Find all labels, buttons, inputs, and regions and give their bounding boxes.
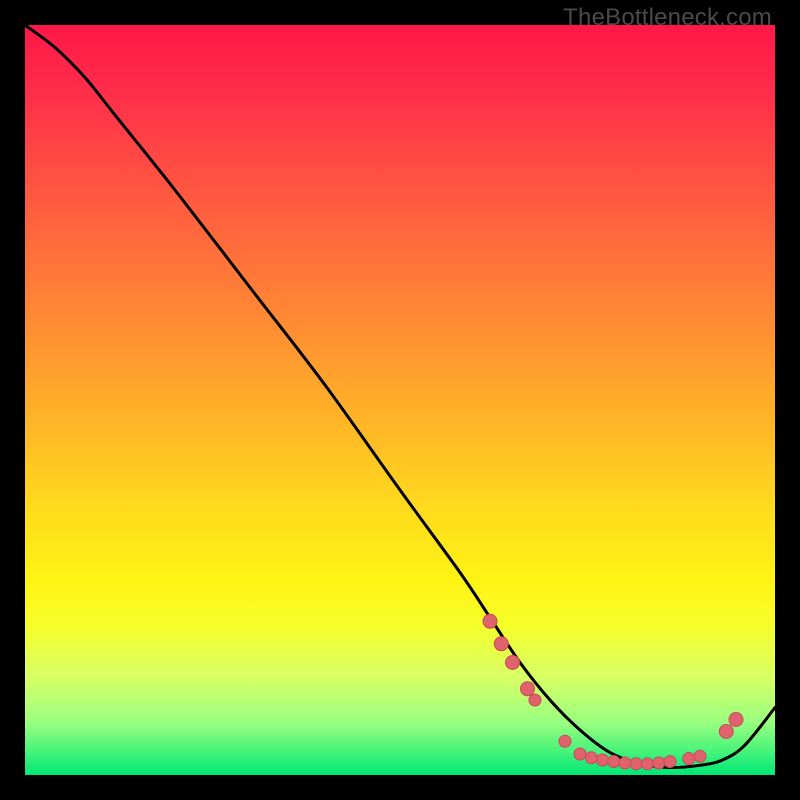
plot-svg (25, 25, 775, 775)
marker-dot (642, 758, 654, 770)
chart-frame: TheBottleneck.com (0, 0, 800, 800)
marker-dot (529, 694, 541, 706)
curve-markers (483, 614, 743, 770)
marker-dot (608, 756, 620, 768)
marker-dot (694, 750, 706, 762)
marker-dot (683, 753, 695, 765)
marker-dot (719, 725, 733, 739)
bottleneck-curve (25, 25, 775, 768)
marker-dot (664, 756, 676, 768)
marker-dot (506, 656, 520, 670)
gradient-plot-area (25, 25, 775, 775)
marker-dot (585, 752, 597, 764)
marker-dot (559, 735, 571, 747)
marker-dot (653, 757, 665, 769)
marker-dot (729, 713, 743, 727)
marker-dot (494, 637, 508, 651)
marker-dot (597, 754, 609, 766)
marker-dot (619, 757, 631, 769)
marker-dot (574, 748, 586, 760)
marker-dot (630, 758, 642, 770)
marker-dot (483, 614, 497, 628)
marker-dot (521, 682, 535, 696)
